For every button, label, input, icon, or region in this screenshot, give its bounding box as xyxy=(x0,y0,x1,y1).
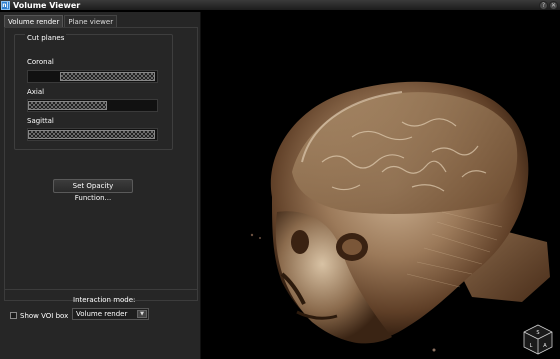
orientation-cube[interactable]: S L A xyxy=(522,323,554,355)
interaction-mode-value: Volume render xyxy=(76,310,128,318)
show-voi-checkbox[interactable] xyxy=(10,312,17,319)
coronal-label: Coronal xyxy=(27,58,54,66)
title-bar: n| Volume Viewer ? ✕ xyxy=(0,0,560,11)
cube-face-left: L xyxy=(530,343,533,349)
volume-render-image xyxy=(250,81,550,352)
volume-render-viewport[interactable]: S L A xyxy=(202,12,560,359)
set-opacity-function-button[interactable]: Set Opacity Function... xyxy=(53,179,133,202)
app-icon: n| xyxy=(1,1,10,10)
orientation-cube-icon: S L A xyxy=(523,324,553,355)
tab-bar: Volume render Plane viewer xyxy=(4,15,118,27)
coronal-range-handle[interactable] xyxy=(59,72,155,81)
coronal-range-slider[interactable] xyxy=(27,70,158,83)
interaction-mode-select[interactable]: Volume render ▼ xyxy=(72,308,149,320)
tab-plane-viewer[interactable]: Plane viewer xyxy=(64,15,118,27)
cube-face-top: S xyxy=(536,330,539,336)
axial-range-slider[interactable] xyxy=(27,99,158,112)
chevron-down-icon[interactable]: ▼ xyxy=(137,310,147,318)
axial-label: Axial xyxy=(27,88,45,96)
interaction-mode-label: Interaction mode: xyxy=(73,296,136,304)
sagittal-range-handle[interactable] xyxy=(28,130,155,139)
close-icon[interactable]: ✕ xyxy=(549,1,558,10)
show-voi-label: Show VOI box xyxy=(20,312,69,320)
window-title: Volume Viewer xyxy=(13,1,81,10)
axial-range-handle[interactable] xyxy=(28,101,107,110)
sagittal-range-slider[interactable] xyxy=(27,128,158,141)
cut-planes-title: Cut planes xyxy=(25,34,67,42)
tab-volume-render[interactable]: Volume render xyxy=(4,15,64,27)
help-icon[interactable]: ? xyxy=(539,1,548,10)
cube-face-right: A xyxy=(543,343,547,349)
sagittal-label: Sagittal xyxy=(27,117,54,125)
